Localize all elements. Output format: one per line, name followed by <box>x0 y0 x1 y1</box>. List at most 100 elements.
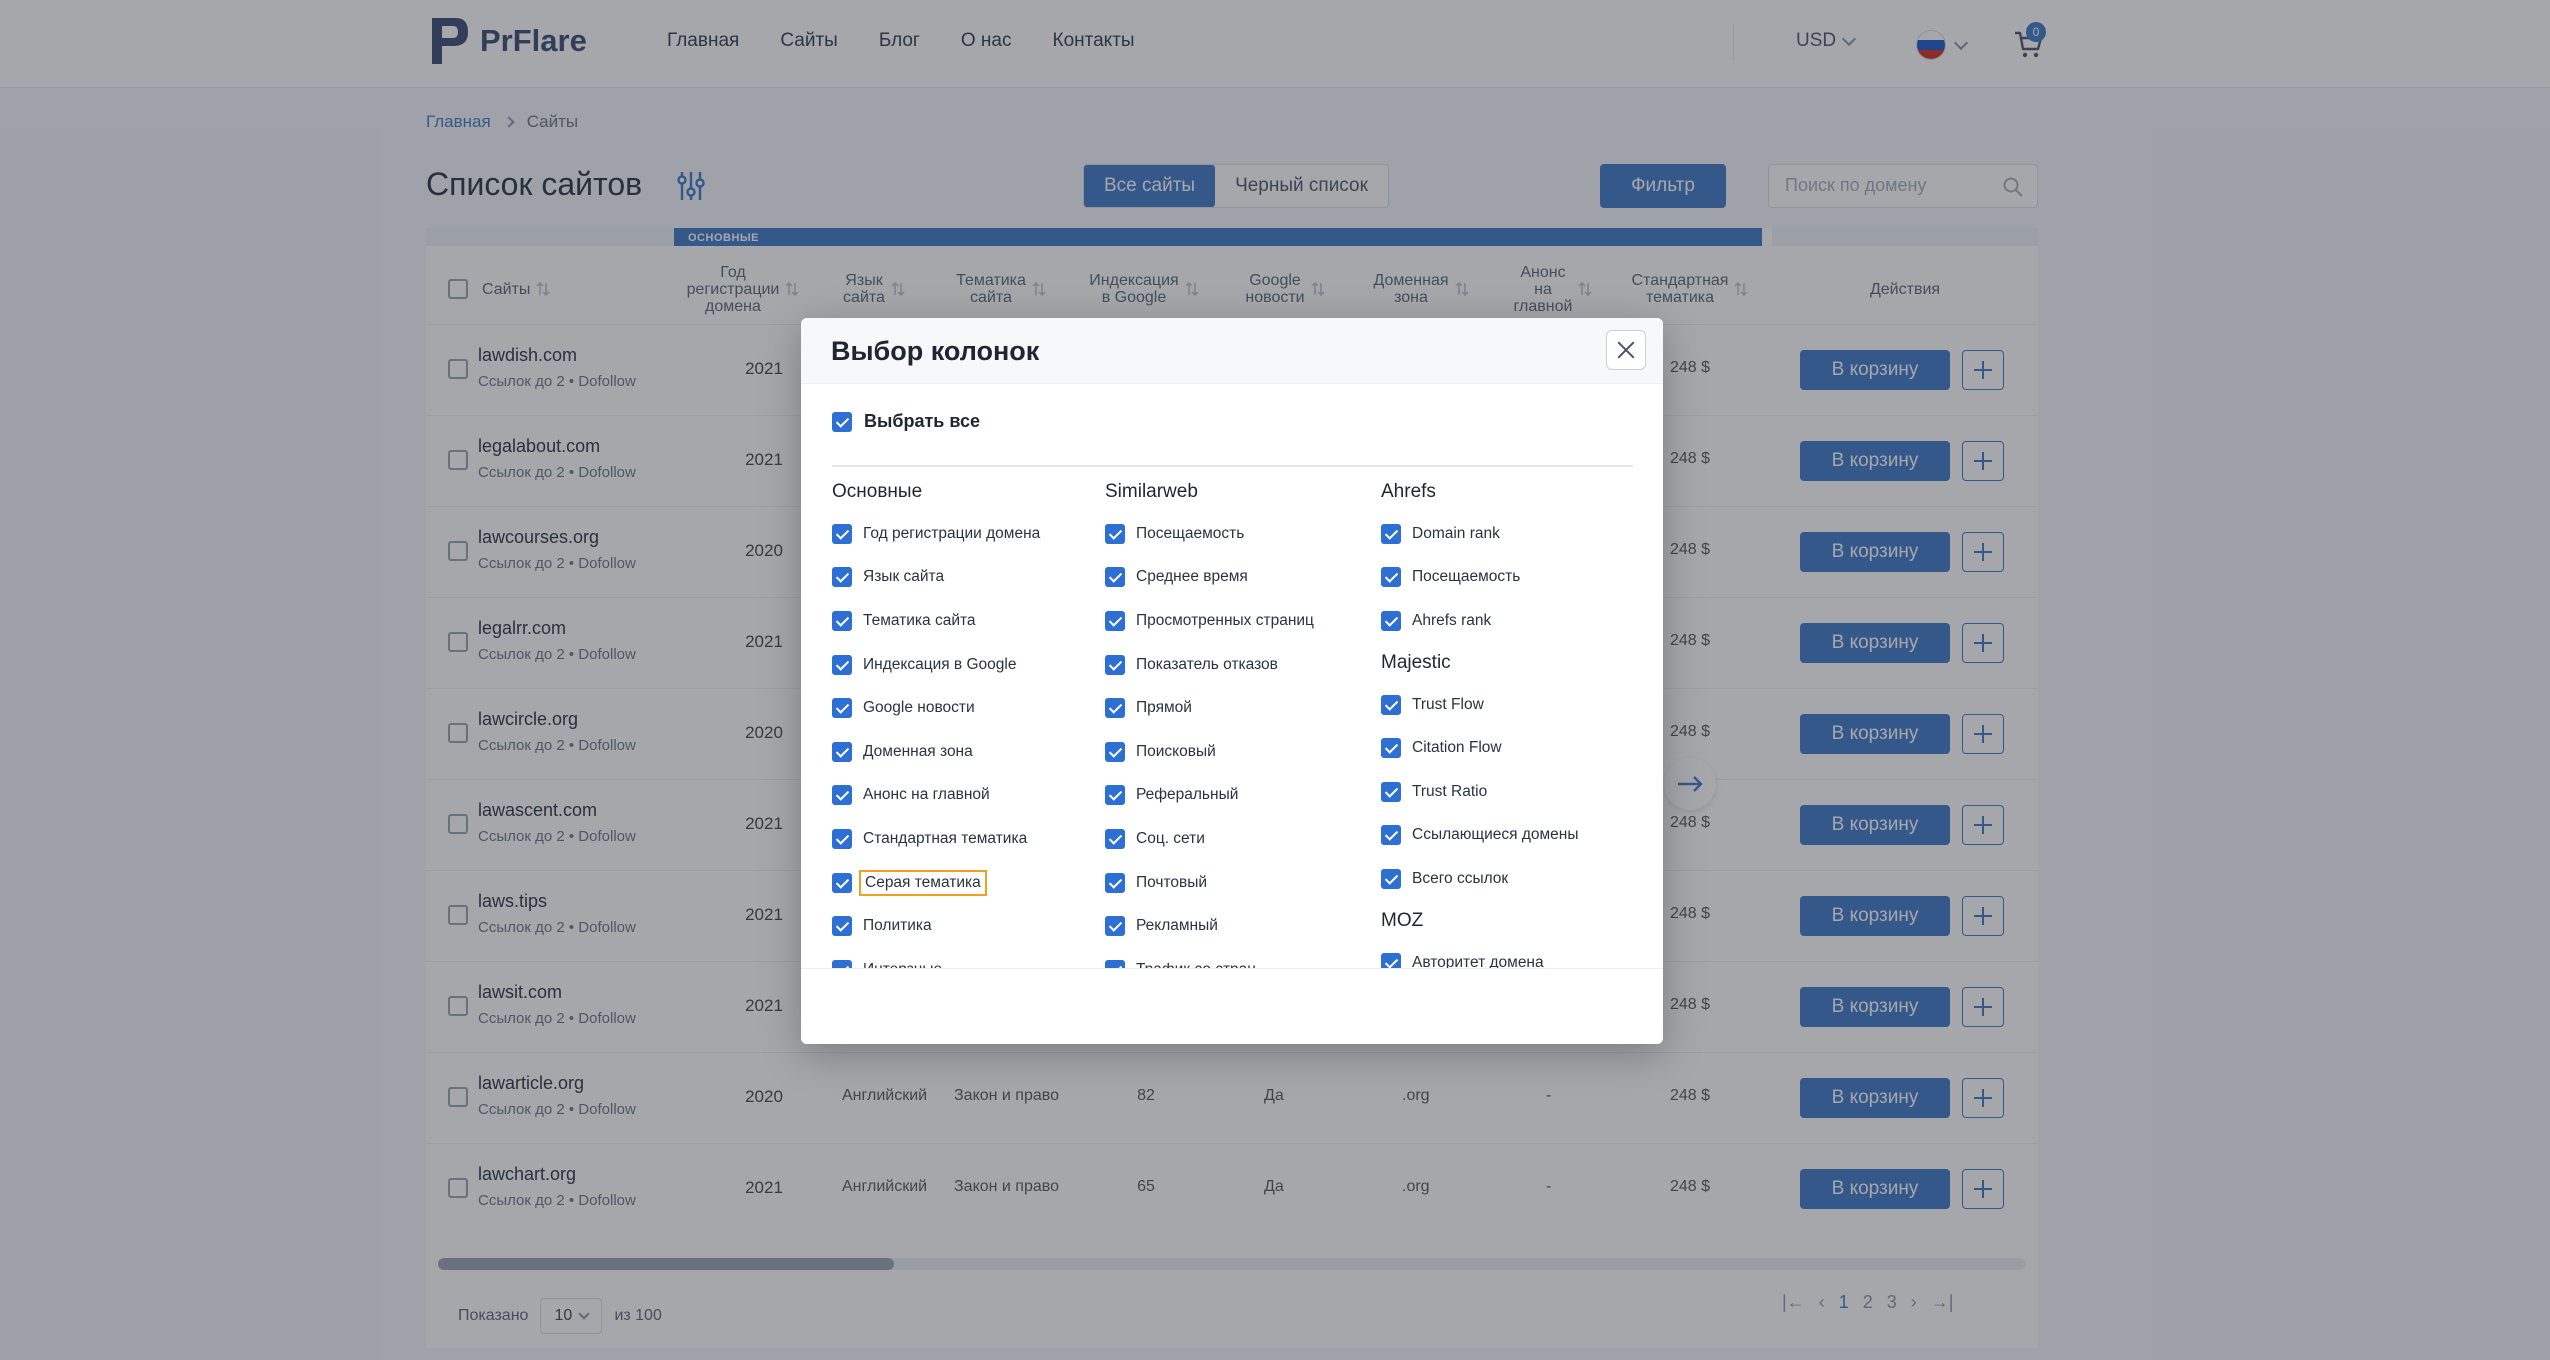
column-checkbox[interactable] <box>1381 781 1401 802</box>
column-option[interactable]: Citation Flow <box>1381 726 1579 770</box>
column-option[interactable]: Индексация в Google <box>832 643 1040 687</box>
select-all-label: Выбрать все <box>864 411 981 431</box>
column-option-label: Почтовый <box>1136 873 1208 891</box>
column-checkbox[interactable] <box>1105 828 1125 849</box>
column-option[interactable]: Domain rank <box>1381 512 1579 556</box>
column-checkbox[interactable] <box>1105 654 1125 675</box>
column-checkbox[interactable] <box>1381 523 1401 544</box>
column-option[interactable]: Всего ссылок <box>1381 857 1579 901</box>
column-option-label: Citation Flow <box>1412 739 1502 757</box>
column-option-label: Показатель отказов <box>1136 655 1278 673</box>
column-checkbox[interactable] <box>1381 738 1401 759</box>
column-checkbox[interactable] <box>1105 741 1125 762</box>
modal-footer <box>801 968 1663 1044</box>
column-option[interactable]: Язык сайта <box>832 556 1040 600</box>
column-checkbox[interactable] <box>1105 610 1125 631</box>
select-all-checkbox[interactable] <box>832 411 852 432</box>
column-checkbox[interactable] <box>832 654 852 675</box>
column-option-label: Trust Flow <box>1412 695 1484 713</box>
column-checkbox[interactable] <box>1381 825 1401 846</box>
column-option[interactable]: Trust Flow <box>1381 683 1579 727</box>
column-checkbox[interactable] <box>1105 567 1125 588</box>
column-option[interactable]: Доменная зона <box>832 730 1040 774</box>
column-option[interactable]: Тематика сайта <box>832 599 1040 643</box>
column-checkbox[interactable] <box>832 610 852 631</box>
column-option[interactable]: Год регистрации домена <box>832 512 1040 556</box>
column-option[interactable]: Посещаемость <box>1381 556 1579 600</box>
column-option-label: Анонс на главной <box>863 786 990 804</box>
column-checkbox[interactable] <box>832 741 852 762</box>
column-checkbox[interactable] <box>1105 785 1125 806</box>
column-group-main: Основные Год регистрации домена Язык сайта… <box>832 478 1040 968</box>
column-option-label: Ahrefs rank <box>1412 611 1492 629</box>
column-picker-modal: Выбор колонок Выбрать все Основные Год ре… <box>801 318 1663 1044</box>
column-option-label: Посещаемость <box>1412 568 1521 586</box>
column-option[interactable]: Интерзные <box>832 948 1040 968</box>
column-checkbox[interactable] <box>1105 959 1125 968</box>
column-option-label: Авторитет домена <box>1412 953 1544 968</box>
column-option[interactable]: Соц. сети <box>1105 817 1314 861</box>
column-option[interactable]: Показатель отказов <box>1105 643 1314 687</box>
column-option-label: Стандартная тематика <box>863 829 1028 847</box>
column-option[interactable]: Google новости <box>832 686 1040 730</box>
column-checkbox[interactable] <box>1105 916 1125 937</box>
column-group-title: Majestic <box>1381 651 1451 673</box>
column-group-ahrefs-majestic-moz: Ahrefs Domain rank Посещаемость Ahrefs rank… <box>1381 478 1579 968</box>
column-checkbox[interactable] <box>832 523 852 544</box>
column-option[interactable]: Трафик со стран <box>1105 948 1314 968</box>
column-option-label: Посещаемость <box>1136 524 1245 542</box>
select-all[interactable]: Выбрать все <box>832 411 980 432</box>
column-checkbox[interactable] <box>1381 952 1401 968</box>
column-checkbox[interactable] <box>832 785 852 806</box>
column-option[interactable]: Trust Ratio <box>1381 770 1579 814</box>
column-option-label: Просмотренных страниц <box>1136 611 1314 629</box>
column-checkbox[interactable] <box>1105 698 1125 719</box>
column-option[interactable]: Анонс на главной <box>832 774 1040 818</box>
column-option[interactable]: Серая тематика <box>832 861 1040 905</box>
column-checkbox[interactable] <box>832 698 852 719</box>
column-checkbox[interactable] <box>832 872 852 893</box>
column-checkbox[interactable] <box>1105 872 1125 893</box>
column-option-label: Индексация в Google <box>863 655 1017 673</box>
modal-scroll-area[interactable]: Выбрать все Основные Год регистрации доме… <box>801 318 1663 968</box>
column-option[interactable]: Ahrefs rank <box>1381 599 1579 643</box>
column-option[interactable]: Авторитет домена <box>1381 941 1579 968</box>
column-checkbox[interactable] <box>832 567 852 588</box>
column-checkbox[interactable] <box>1381 567 1401 588</box>
column-option-label: Язык сайта <box>863 568 945 586</box>
column-option[interactable]: Стандартная тематика <box>832 817 1040 861</box>
column-option-label: Среднее время <box>1136 568 1248 586</box>
column-option[interactable]: Рекламный <box>1105 904 1314 948</box>
column-option-label: Прямой <box>1136 699 1192 717</box>
column-group-title: Ahrefs <box>1381 481 1436 502</box>
column-option-label: Всего ссылок <box>1412 869 1509 887</box>
column-option-label: Соц. сети <box>1136 829 1205 847</box>
column-checkbox[interactable] <box>1381 694 1401 715</box>
column-option-label: Рекламный <box>1136 917 1218 935</box>
column-option-label: Год регистрации домена <box>863 524 1041 542</box>
column-option-label: Доменная зона <box>863 742 973 760</box>
column-option[interactable]: Почтовый <box>1105 861 1314 905</box>
column-option[interactable]: Политика <box>832 904 1040 948</box>
column-option[interactable]: Реферальный <box>1105 774 1314 818</box>
column-option[interactable]: Ссылающиеся домены <box>1381 814 1579 858</box>
column-option[interactable]: Среднее время <box>1105 556 1314 600</box>
column-checkbox[interactable] <box>832 828 852 849</box>
column-checkbox[interactable] <box>832 959 852 968</box>
column-group-title: Основные <box>832 481 923 502</box>
column-checkbox[interactable] <box>832 916 852 937</box>
column-option[interactable]: Прямой <box>1105 686 1314 730</box>
column-checkbox[interactable] <box>1105 523 1125 544</box>
column-option-label: Ссылающиеся домены <box>1412 826 1579 844</box>
column-option[interactable]: Посещаемость <box>1105 512 1314 556</box>
column-option[interactable]: Поисковый <box>1105 730 1314 774</box>
column-option-label: Интерзные <box>863 961 942 968</box>
column-option-label: Тематика сайта <box>863 611 976 629</box>
column-option[interactable]: Просмотренных страниц <box>1105 599 1314 643</box>
column-option-label: Google новости <box>863 699 975 717</box>
divider <box>832 465 1633 467</box>
column-option-label: Серая тематика <box>859 869 987 896</box>
column-checkbox[interactable] <box>1381 610 1401 631</box>
column-checkbox[interactable] <box>1381 868 1401 889</box>
column-group-title: Similarweb <box>1105 481 1198 502</box>
